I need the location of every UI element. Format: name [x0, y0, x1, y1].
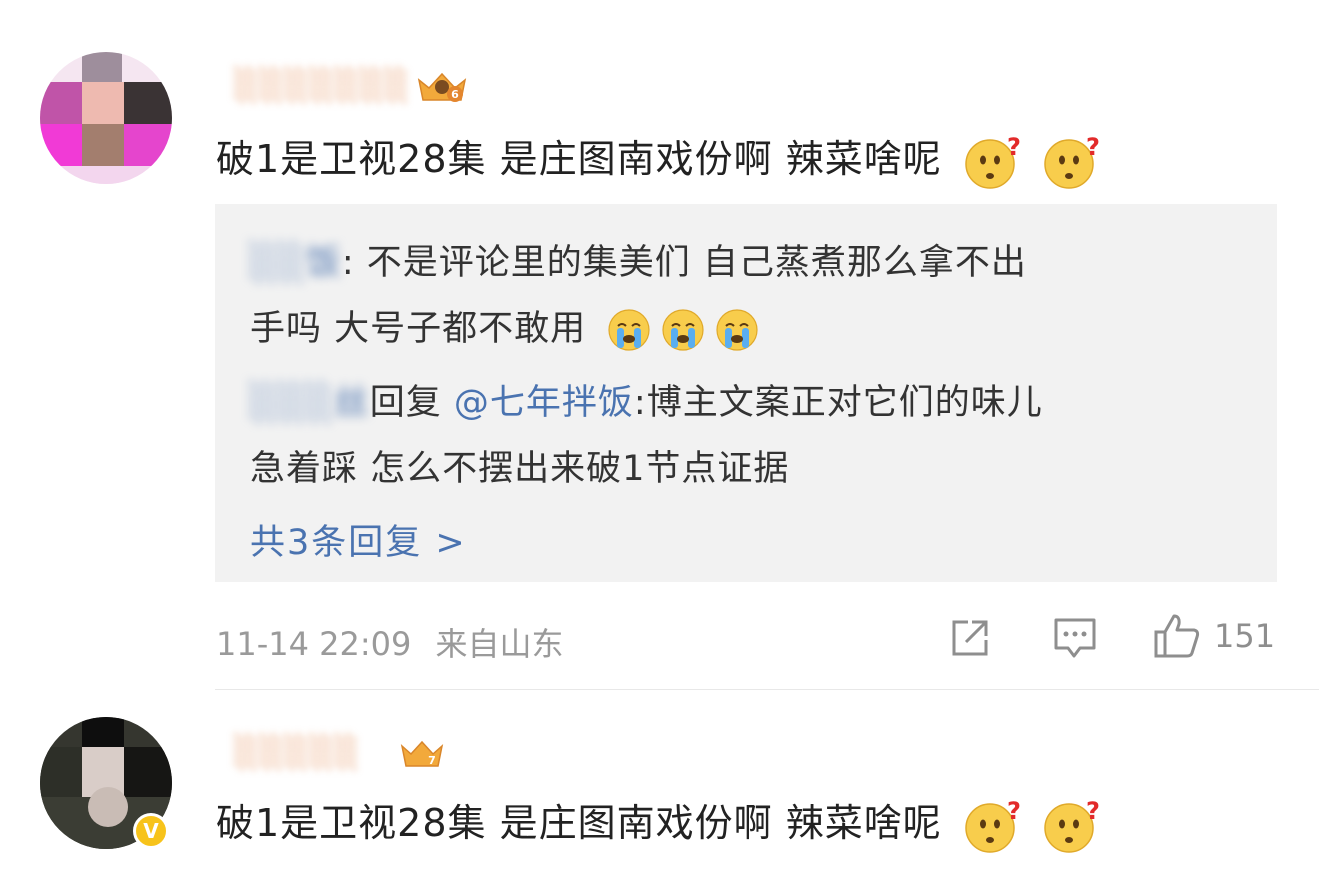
- avatar-pixel: [82, 717, 124, 747]
- mention-link[interactable]: @七年拌饭: [454, 383, 634, 423]
- svg-text:6: 6: [451, 88, 459, 101]
- username[interactable]: ░░░░░: [235, 735, 360, 770]
- comment-text: 破1是卫视28集 是庄图南戏份啊 辣菜啥呢: [216, 137, 942, 181]
- location: 来自山东: [435, 625, 564, 663]
- avatar-pixel: [124, 82, 172, 124]
- reply-text: :博主文案正对它们的味儿: [633, 383, 1043, 423]
- reply-text: 不是评论里的集美们 自己蒸煮那么拿不出: [354, 243, 1027, 283]
- comment-text: 破1是卫视28集 是庄图南戏份啊 辣菜啥呢: [216, 801, 942, 845]
- svg-text:?: ?: [1007, 133, 1021, 161]
- comment-meta: 11-14 22:09 来自山东: [216, 619, 564, 665]
- more-replies-link[interactable]: 共3条回复 >: [250, 514, 467, 565]
- reply-author[interactable]: ░░饭: [250, 243, 342, 283]
- crying-face-emoji-icon: [716, 309, 758, 351]
- level-crown-icon: 7: [400, 740, 444, 767]
- svg-text:7: 7: [428, 754, 436, 767]
- thinking-question-emoji-icon: ?: [1044, 133, 1100, 189]
- avatar-pixel: [82, 52, 122, 82]
- thinking-question-emoji-icon: ?: [965, 133, 1021, 189]
- avatar-pixel: [82, 82, 124, 124]
- comment-author-row: ░░░░░: [235, 735, 360, 770]
- crying-face-emoji-icon: [662, 309, 704, 351]
- level-crown-icon: 6: [417, 72, 467, 102]
- comment-divider: [215, 689, 1319, 690]
- reply-word: 回复: [369, 383, 442, 423]
- share-icon[interactable]: [948, 616, 992, 660]
- comment-icon[interactable]: [1052, 616, 1098, 660]
- comment-text-row: 破1是卫视28集 是庄图南戏份啊 辣菜啥呢 ? ?: [216, 128, 1100, 191]
- username[interactable]: ░░░░░░░: [235, 68, 411, 103]
- reply-author[interactable]: ░░░丝: [250, 383, 370, 423]
- avatar[interactable]: [40, 52, 172, 184]
- svg-text:?: ?: [1007, 797, 1021, 825]
- reply-text: 急着踩 怎么不摆出来破1节点证据: [250, 449, 790, 489]
- svg-text:?: ?: [1086, 797, 1100, 825]
- reply-separator: :: [341, 243, 355, 283]
- like-button[interactable]: 151: [1152, 612, 1275, 660]
- avatar-pixel: [82, 124, 124, 166]
- thumbs-up-icon: [1154, 614, 1200, 658]
- timestamp: 11-14 22:09: [216, 625, 412, 663]
- reply-text: 手吗 大号子都不敢用: [250, 309, 587, 349]
- verified-badge-icon: V: [133, 813, 169, 849]
- avatar-pixel: [40, 747, 82, 797]
- svg-text:?: ?: [1086, 133, 1100, 161]
- reply-1-line-2: 手吗 大号子都不敢用: [250, 300, 760, 353]
- thinking-question-emoji-icon: ?: [965, 797, 1021, 853]
- avatar-pixel: [124, 124, 172, 166]
- avatar-pixel: [40, 124, 82, 166]
- avatar-pixel: [40, 166, 172, 184]
- reply-1-line-1[interactable]: ░░饭: 不是评论里的集美们 自己蒸煮那么拿不出: [250, 234, 1027, 285]
- avatar-pixel: [124, 747, 172, 797]
- reply-2-line-1[interactable]: ░░░丝回复 @七年拌饭:博主文案正对它们的味儿: [250, 374, 1043, 425]
- thinking-question-emoji-icon: ?: [1044, 797, 1100, 853]
- comment-text-row: 破1是卫视28集 是庄图南戏份啊 辣菜啥呢 ? ?: [216, 792, 1100, 855]
- like-count: 151: [1214, 617, 1276, 655]
- crying-face-emoji-icon: [608, 309, 650, 351]
- comment-author-row: ░░░░░░░: [235, 68, 411, 103]
- reply-2-line-2: 急着踩 怎么不摆出来破1节点证据: [250, 440, 789, 491]
- avatar-pixel: [88, 787, 128, 827]
- avatar-pixel: [40, 82, 82, 124]
